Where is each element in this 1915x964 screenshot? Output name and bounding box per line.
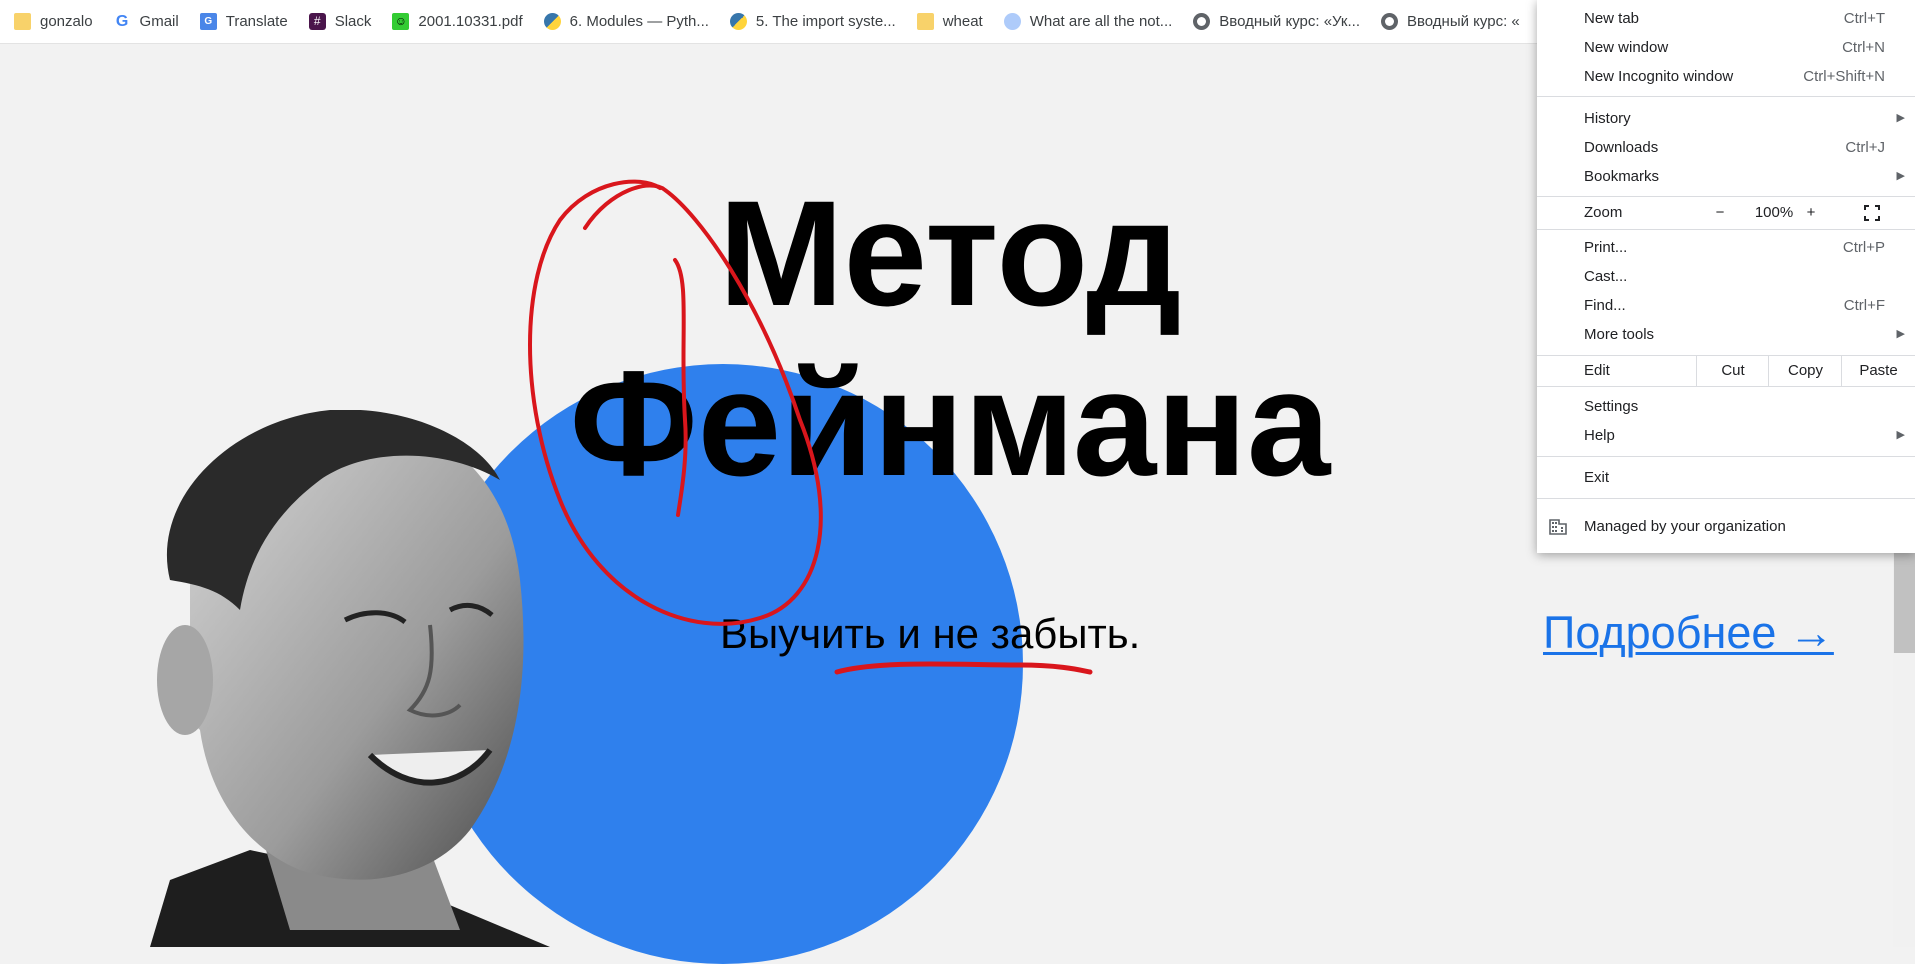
folder-icon — [916, 13, 934, 30]
bookmark-label: What are all the not... — [1029, 13, 1173, 30]
menu-label: History — [1584, 110, 1631, 127]
bookmark-what-are[interactable]: What are all the not... — [1003, 13, 1173, 30]
menu-separator — [1537, 386, 1915, 387]
menu-label: More tools — [1584, 326, 1655, 343]
menu-shortcut: Ctrl+F — [1843, 297, 1885, 314]
bookmark-label: gonzalo — [40, 13, 93, 30]
bookmark-label: Slack — [334, 13, 372, 30]
python-icon — [729, 13, 747, 30]
menu-label: Downloads — [1584, 139, 1659, 156]
fullscreen-icon[interactable] — [1864, 205, 1880, 221]
menu-separator — [1537, 456, 1915, 457]
menu-label: New window — [1584, 39, 1669, 56]
slack-icon: # — [308, 13, 326, 30]
python-icon — [543, 13, 561, 30]
wolfram-icon — [1003, 13, 1021, 30]
menu-print[interactable]: Print... Ctrl+P — [1537, 233, 1915, 262]
menu-shortcut: Ctrl+T — [1843, 10, 1885, 27]
menu-label: Exit — [1584, 469, 1610, 486]
menu-separator — [1537, 196, 1915, 197]
bookmark-vvodnyi-2[interactable]: Вводный курс: « — [1380, 13, 1520, 30]
menu-shortcut: Ctrl+Shift+N — [1803, 68, 1885, 85]
menu-label: Cast... — [1584, 268, 1628, 285]
page-title: Метод Фейнмана — [560, 168, 1340, 508]
bookmark-label: Вводный курс: « — [1406, 13, 1520, 30]
menu-bookmarks[interactable]: Bookmarks ▶ — [1537, 162, 1915, 191]
menu-exit[interactable]: Exit — [1537, 463, 1915, 492]
menu-more-tools[interactable]: More tools ▶ — [1537, 320, 1915, 349]
menu-label: Find... — [1584, 297, 1626, 314]
menu-label: Settings — [1584, 398, 1639, 415]
menu-shortcut: Ctrl+N — [1842, 39, 1885, 56]
title-line-1: Метод — [718, 169, 1182, 337]
building-icon — [1549, 519, 1567, 535]
bookmark-label: Вводный курс: «Ук... — [1219, 13, 1360, 30]
menu-label: Help — [1584, 427, 1615, 444]
chevron-right-icon: ▶ — [1896, 328, 1905, 340]
globe-icon — [1193, 13, 1211, 30]
bookmark-python-modules[interactable]: 6. Modules — Pyth... — [543, 13, 709, 30]
bookmark-label: 6. Modules — Pyth... — [569, 13, 709, 30]
bookmark-slack[interactable]: # Slack — [308, 13, 372, 30]
menu-new-window[interactable]: New window Ctrl+N — [1537, 33, 1915, 62]
paste-button[interactable]: Paste — [1841, 356, 1915, 386]
bookmark-gmail[interactable]: G Gmail — [114, 13, 179, 30]
feynman-portrait — [150, 410, 550, 947]
menu-shortcut: Ctrl+P — [1842, 239, 1885, 256]
chevron-right-icon: ▶ — [1896, 429, 1905, 441]
menu-find[interactable]: Find... Ctrl+F — [1537, 291, 1915, 320]
folder-icon — [14, 13, 31, 30]
zoom-level: 100% — [1754, 204, 1794, 221]
google-icon: G — [115, 13, 129, 30]
menu-cast[interactable]: Cast... — [1537, 262, 1915, 291]
smiley-icon: ☺ — [392, 13, 410, 30]
menu-label: Bookmarks — [1584, 168, 1660, 185]
menu-zoom-label: Zoom — [1584, 204, 1623, 221]
copy-button[interactable]: Copy — [1768, 356, 1842, 386]
translate-icon: G — [199, 13, 217, 30]
menu-new-incognito[interactable]: New Incognito window Ctrl+Shift+N — [1537, 62, 1915, 91]
menu-settings[interactable]: Settings — [1537, 392, 1915, 421]
chevron-right-icon: ▶ — [1896, 170, 1905, 182]
menu-separator — [1537, 498, 1915, 499]
bookmark-python-import[interactable]: 5. The import syste... — [729, 13, 896, 30]
subtitle: Выучить и не забыть. — [720, 610, 1141, 657]
bookmark-translate[interactable]: G Translate — [199, 13, 288, 30]
bookmark-label: Gmail — [139, 13, 179, 30]
menu-edit-label: Edit — [1584, 362, 1610, 379]
scrollbar-thumb[interactable] — [1893, 553, 1915, 653]
bookmark-gonzalo[interactable]: gonzalo — [14, 13, 93, 30]
bookmark-label: Translate — [225, 13, 288, 30]
menu-separator — [1537, 96, 1915, 97]
menu-label: New tab — [1584, 10, 1640, 27]
menu-new-tab[interactable]: New tab Ctrl+T — [1537, 4, 1915, 33]
zoom-in-button[interactable]: + — [1801, 198, 1821, 228]
menu-label: Print... — [1584, 239, 1628, 256]
chrome-menu: New tab Ctrl+T New window Ctrl+N New Incog… — [1537, 0, 1915, 553]
cut-button[interactable]: Cut — [1696, 356, 1769, 386]
zoom-out-button[interactable]: − — [1710, 198, 1730, 228]
bookmark-pdf[interactable]: ☺ 2001.10331.pdf — [392, 13, 523, 30]
bookmark-vvodnyi-1[interactable]: Вводный курс: «Ук... — [1193, 13, 1360, 30]
menu-history[interactable]: History ▶ — [1537, 104, 1915, 133]
menu-separator — [1537, 229, 1915, 230]
chevron-right-icon: ▶ — [1896, 112, 1905, 124]
more-link[interactable]: Подробнее → — [1543, 607, 1834, 659]
menu-managed[interactable]: Managed by your organization — [1537, 512, 1915, 542]
menu-label: New Incognito window — [1584, 68, 1734, 85]
bookmark-wheat[interactable]: wheat — [916, 13, 983, 30]
bookmark-label: 2001.10331.pdf — [418, 13, 523, 30]
menu-shortcut: Ctrl+J — [1845, 139, 1885, 156]
menu-zoom-row: Zoom − 100% + — [1537, 198, 1915, 228]
menu-help[interactable]: Help ▶ — [1537, 421, 1915, 450]
bookmark-label: wheat — [942, 13, 983, 30]
globe-icon — [1380, 13, 1398, 30]
title-line-2: Фейнмана — [569, 339, 1331, 507]
menu-managed-label: Managed by your organization — [1584, 518, 1786, 535]
bookmark-label: 5. The import syste... — [755, 13, 896, 30]
menu-edit-row: Edit Cut Copy Paste — [1537, 356, 1915, 386]
menu-downloads[interactable]: Downloads Ctrl+J — [1537, 133, 1915, 162]
